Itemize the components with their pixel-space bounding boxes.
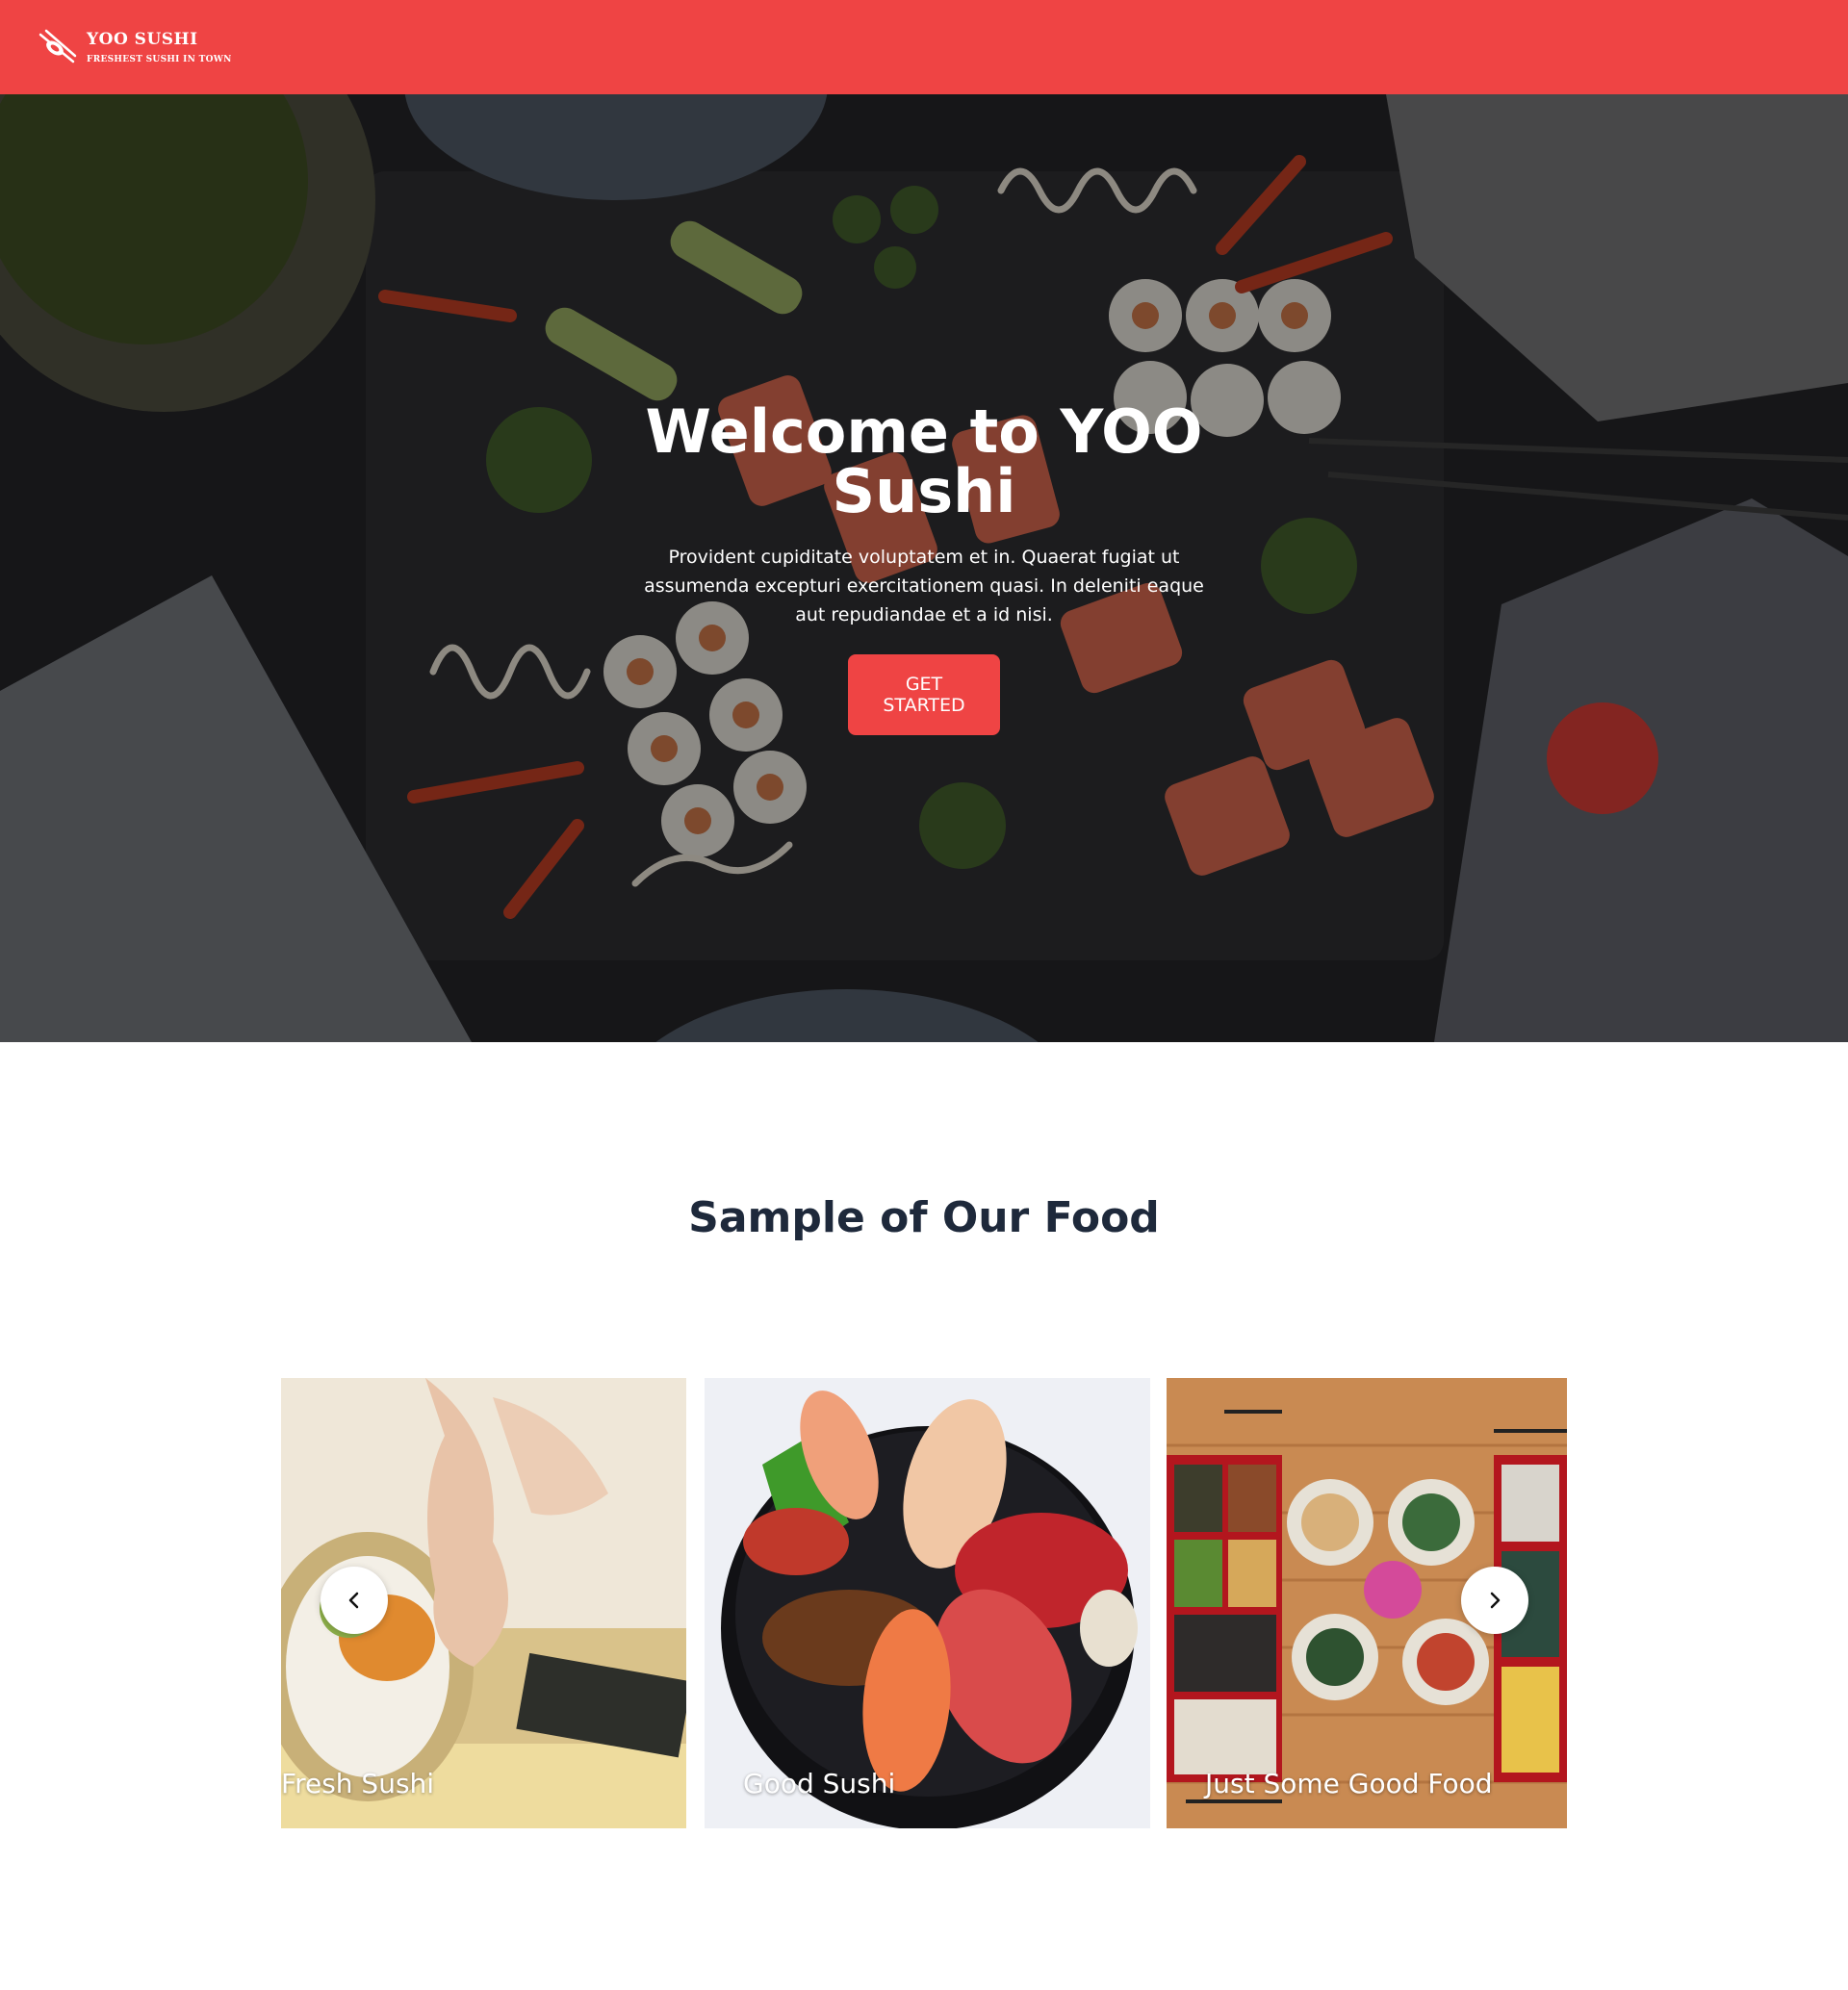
sushi-chopsticks-icon [38,29,77,64]
logo[interactable]: YOO SUSHI FRESHEST SUSHI IN TOWN [37,27,232,67]
hero-title-line2: Sushi [832,456,1016,526]
hero-description: Provident cupiditate voluptatem et in. Q… [644,547,1204,625]
brand-name: YOO SUSHI [87,30,198,49]
chevron-right-icon [1490,1592,1501,1609]
food-image-good-sushi [705,1378,1150,1828]
site-header: YOO SUSHI FRESHEST SUSHI IN TOWN [0,0,1848,94]
get-started-button[interactable]: GET STARTED [848,654,1000,735]
carousel-prev-button[interactable] [321,1567,388,1634]
food-card-caption: Good Sushi [743,1768,896,1799]
food-card[interactable]: Good Sushi [705,1378,1150,1828]
hero-section: Welcome to YOO Sushi Provident cupiditat… [0,94,1848,1042]
food-card-caption: Just Some Good Food [1205,1768,1493,1799]
food-card-caption: Fresh Sushi [281,1768,435,1799]
chevron-left-icon [348,1592,359,1609]
food-carousel: Fresh Sushi Good Sushi Just Some Good Fo… [281,1378,1567,1828]
brand-tagline: FRESHEST SUSHI IN TOWN [87,55,232,64]
samples-section-title: Sample of Our Food [688,1193,1160,1242]
hero-content: Welcome to YOO Sushi Provident cupiditat… [635,402,1213,735]
hero-title: Welcome to YOO Sushi [635,402,1213,522]
carousel-next-button[interactable] [1461,1567,1528,1634]
